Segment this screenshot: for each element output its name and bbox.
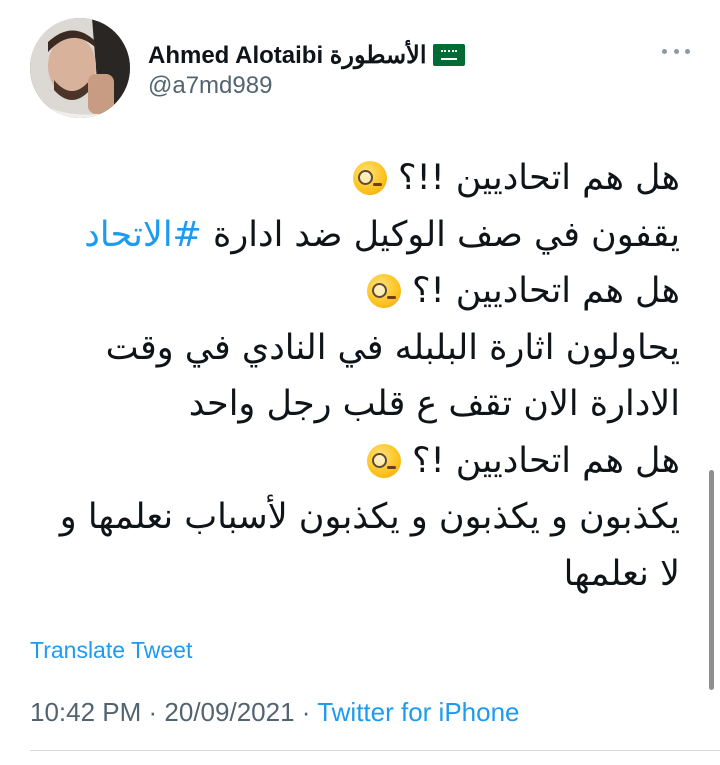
more-dot [662,48,667,54]
face-with-monocle-icon [366,274,401,308]
more-options-icon[interactable] [662,46,690,56]
tweet-date[interactable]: 20/09/2021 [164,697,294,727]
tweet-line: هل هم اتحاديين !؟ [30,433,680,490]
tweet-line: يحاولون اثارة البلبله في النادي في وقت [30,320,680,377]
tweet-line: يكذبون و يكذبون و يكذبون لأسباب نعلمها و [30,489,680,546]
tweet-header: Ahmed Alotaibi الأسطورة @a7md989 [0,0,720,140]
tweet-detail: Ahmed Alotaibi الأسطورة @a7md989 هل هم ا… [0,0,720,765]
tweet-line: هل هم اتحاديين !؟ [30,263,680,320]
divider [30,750,720,751]
tweet-line: يقفون في صف الوكيل ضد ادارة #الاتحاد [30,207,680,264]
tweet-line-text: الادارة الان تقف ع قلب رجل واحد [188,384,680,424]
tweet-line-text: هل هم اتحاديين !؟ [412,440,680,481]
tweet-line: لا نعلمها [30,546,680,603]
more-dot [673,48,679,54]
translate-tweet-link[interactable]: Translate Tweet [30,637,192,664]
tweet-time[interactable]: 10:42 PM [30,697,141,727]
avatar-photo [30,18,130,118]
tweet-line-text: هل هم اتحاديين !!؟ [398,158,680,198]
tweet-line-text: لا نعلمها [563,553,680,594]
avatar[interactable] [30,18,130,118]
tweet-line-text: يكذبون و يكذبون و يكذبون لأسباب نعلمها و [59,497,680,537]
tweet-metadata: 10:42 PM · 20/09/2021 · Twitter for iPho… [30,697,520,728]
scrollbar[interactable] [709,470,714,690]
author-display-name[interactable]: Ahmed Alotaibi الأسطورة [148,41,427,70]
saudi-arabia-flag-icon [432,44,465,66]
meta-separator: · [294,697,318,727]
face-with-monocle-icon [352,161,387,195]
tweet-line-text: يقفون في صف الوكيل ضد ادارة [201,214,680,255]
tweet-line-text: هل هم اتحاديين !؟ [412,271,680,311]
more-dot [685,48,690,54]
meta-separator: · [141,697,165,727]
tweet-text: هل هم اتحاديين !!؟ يقفون في صف الوكيل ضد… [30,150,680,602]
tweet-line: الادارة الان تقف ع قلب رجل واحد [30,376,680,433]
face-with-monocle-icon [366,443,401,478]
author-name-row[interactable]: Ahmed Alotaibi الأسطورة [148,38,465,72]
author-handle[interactable]: @a7md989 [148,72,272,100]
tweet-line: هل هم اتحاديين !!؟ [30,150,680,207]
hashtag-link[interactable]: #الاتحاد [84,215,202,255]
tweet-line-text: يحاولون اثارة البلبله في النادي في وقت [105,327,680,368]
tweet-source-link[interactable]: Twitter for iPhone [317,697,519,727]
